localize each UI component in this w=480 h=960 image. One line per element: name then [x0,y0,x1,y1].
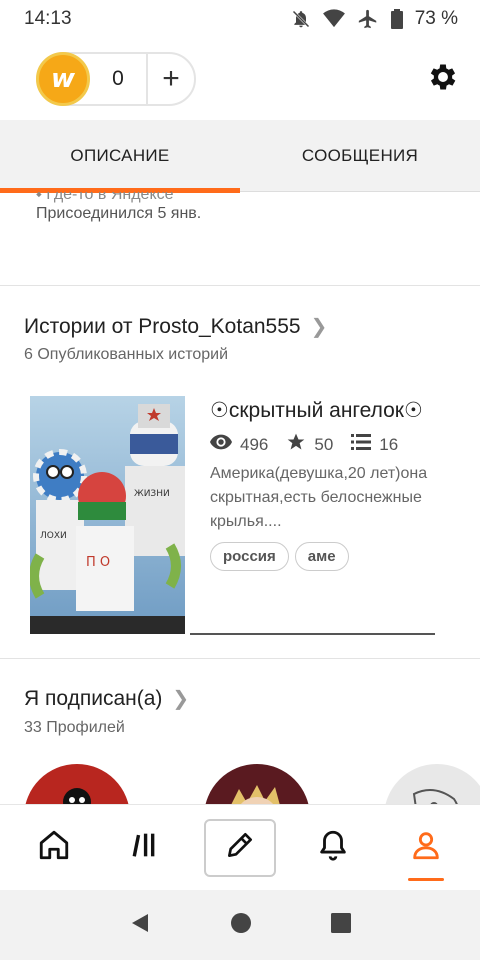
bell-icon [316,828,350,867]
avatar[interactable] [384,764,480,804]
top-header: w 0 + [0,38,480,120]
svg-text:ЖИЗНИ: ЖИЗНИ [134,489,170,499]
following-avatars [0,764,480,804]
avatar[interactable] [24,764,130,804]
tag-chip[interactable]: аме [294,542,349,571]
tab-description[interactable]: ОПИСАНИЕ [0,120,240,193]
star-icon [286,432,306,457]
story-tags: россия аме [210,542,349,571]
library-icon [130,828,164,867]
following-count: 33 Профилей [24,719,125,736]
stories-title: Истории от Prosto_Kotan555 [24,314,301,338]
bell-off-icon [291,9,311,29]
gear-icon[interactable] [426,60,460,99]
following-header[interactable]: Я подписан(а) ❯ [24,686,189,711]
wifi-icon [322,9,345,29]
svg-text:ЛОХИ: ЛОХИ [40,531,67,541]
divider [0,658,480,659]
recents-icon[interactable] [330,912,352,939]
svg-text:П О: П О [86,555,110,570]
back-icon[interactable] [128,911,152,940]
airplane-icon [357,8,379,30]
coin-count: 0 [112,67,124,90]
user-icon [409,828,443,867]
nav-library[interactable] [111,819,183,877]
profile-tabs: ОПИСАНИЕ СООБЩЕНИЯ [0,120,480,193]
location-text: Где-то в Яндексе [46,192,174,203]
home-circle-icon[interactable] [229,911,253,940]
tag-chip[interactable]: россия [210,542,289,571]
nav-notifications[interactable] [297,819,369,877]
divider [190,633,435,635]
nav-profile[interactable] [390,819,462,881]
story-stats: 496 50 16 [210,432,408,457]
nav-home[interactable] [18,819,90,877]
votes-count: 50 [314,434,334,454]
nav-write[interactable] [203,818,276,877]
battery-icon [390,9,403,29]
list-icon [351,433,372,456]
tab-messages[interactable]: СООБЩЕНИЯ [240,120,480,192]
chevron-right-icon: ❯ [310,316,328,338]
chevron-right-icon: ❯ [172,688,190,710]
reads-stat: 496 [210,434,268,455]
status-time: 14:13 [24,8,72,29]
coin-icon: w [36,52,90,106]
home-icon [37,828,71,867]
system-nav [0,890,480,960]
status-icons: 73 % [291,8,458,30]
divider [0,285,480,286]
following-title: Я подписан(а) [24,686,163,710]
eye-icon [210,434,232,455]
parts-count: 16 [379,434,399,454]
joined-date: Присоединился 5 янв. [36,205,202,222]
story-title[interactable]: ☉скрытный ангелок☉ [210,398,423,423]
avatar[interactable] [204,764,310,804]
status-bar: 14:13 73 % [0,0,480,38]
story-cover[interactable]: ЖИЗНИ ЛОХИ П О [30,396,185,634]
profile-content: ⬩ Где-то в Яндексе Присоединился 5 янв. … [0,192,480,804]
battery-percent: 73 % [414,8,458,29]
pencil-icon [224,829,256,866]
parts-stat: 16 [351,433,398,456]
stories-header[interactable]: Истории от Prosto_Kotan555 ❯ [24,314,327,339]
add-coins-button[interactable]: + [146,54,194,104]
location-line: ⬩ Где-то в Яндексе [36,192,174,204]
bottom-nav [0,804,480,890]
stories-count: 6 Опубликованных историй [24,346,229,363]
reads-count: 496 [240,434,269,454]
votes-stat: 50 [286,432,333,457]
coin-wallet[interactable]: w 0 + [36,52,196,106]
story-description: Америка(девушка,20 лет)она скрытная,есть… [210,465,428,530]
